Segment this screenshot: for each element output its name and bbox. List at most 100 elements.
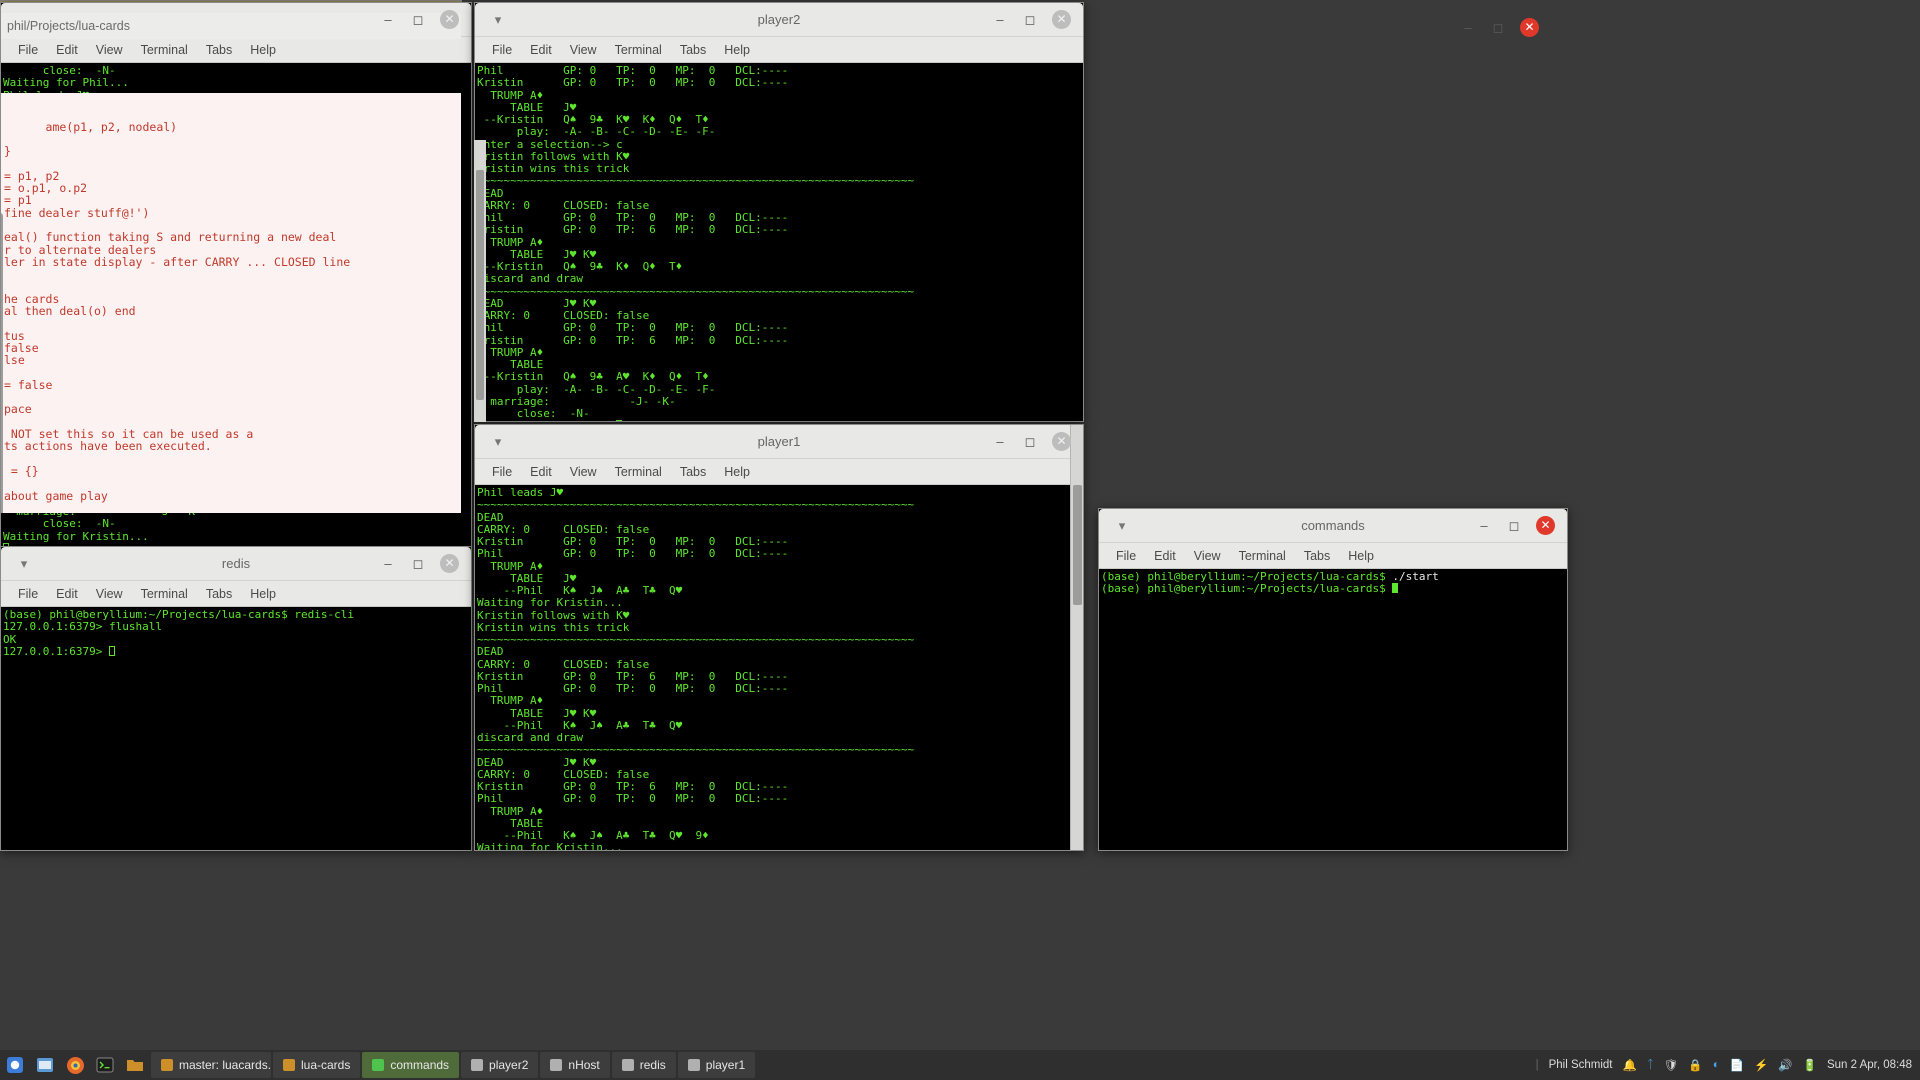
shield-icon[interactable]: 🛡	[1664, 1058, 1679, 1072]
folder-icon[interactable]	[120, 1050, 150, 1080]
flash-icon[interactable]: ⚡	[1754, 1058, 1768, 1072]
maximize-button-commands[interactable]: ◻	[1506, 518, 1522, 534]
close-button-redis[interactable]: ✕	[440, 554, 459, 573]
minimize-button-player1[interactable]: –	[992, 434, 1008, 449]
titlebar-player2[interactable]: ▾ player2 – ◻ ✕	[475, 3, 1083, 37]
window-redis[interactable]: ▾ redis – ◻ ✕ File Edit View Terminal Ta…	[0, 546, 472, 851]
menubar-redis[interactable]: File Edit View Terminal Tabs Help	[1, 581, 471, 607]
menu-help[interactable]: Help	[715, 463, 759, 481]
terminal-icon[interactable]	[90, 1050, 120, 1080]
terminal-output-player1[interactable]: Phil leads J♥ ~~~~~~~~~~~~~~~~~~~~~~~~~~…	[475, 485, 1083, 850]
taskbar-item-nhost[interactable]: nHost	[540, 1052, 609, 1078]
menu-edit[interactable]: Edit	[1145, 547, 1185, 565]
titlebar-commands[interactable]: ▾ commands – ◻ ✕	[1099, 509, 1567, 543]
notes-icon[interactable]: 📄	[1730, 1058, 1744, 1072]
menu-tabs[interactable]: Tabs	[197, 585, 241, 603]
close-button-commands[interactable]: ✕	[1536, 516, 1555, 535]
menu-edit[interactable]: Edit	[521, 41, 561, 59]
menu-view[interactable]: View	[87, 585, 132, 603]
menu-terminal[interactable]: Terminal	[606, 41, 671, 59]
firefox-icon[interactable]	[60, 1050, 90, 1080]
menu-help[interactable]: Help	[1339, 547, 1383, 565]
editor-code-area[interactable]: ame(p1, p2, nodeal) } = p1, p2 = o.p1, o…	[1, 93, 461, 513]
menu-tabs[interactable]: Tabs	[1295, 547, 1339, 565]
window-menu-button-player2[interactable]: ▾	[475, 13, 521, 26]
maximize-button-nhost[interactable]: ◻	[410, 12, 426, 28]
task-list[interactable]: master: luacards.l...lua-cardscommandspl…	[150, 1050, 756, 1080]
terminal-output-commands[interactable]: (base) phil@beryllium:~/Projects/lua-car…	[1099, 569, 1567, 850]
system-tray[interactable]: | Phil Schmidt🔔 ᛏ 🛡 🔒 ◐ 📄 ⚡ 🔊 🔋 Sun 2 Ap…	[1536, 1058, 1920, 1072]
window-player2[interactable]: ▾ player2 – ◻ ✕ File Edit View Terminal …	[474, 2, 1084, 422]
terminal-output-redis[interactable]: (base) phil@beryllium:~/Projects/lua-car…	[1, 607, 471, 850]
menu-tabs[interactable]: Tabs	[197, 41, 241, 59]
taskbar-item-master-luacards-l[interactable]: master: luacards.l...	[151, 1052, 271, 1078]
window-menu-button-commands[interactable]: ▾	[1099, 519, 1145, 532]
menu-terminal[interactable]: Terminal	[132, 41, 197, 59]
taskbar-item-lua-cards[interactable]: lua-cards	[273, 1052, 360, 1078]
window-player1[interactable]: ▾ player1 – ◻ ✕ File Edit View Terminal …	[474, 424, 1084, 851]
menu-edit[interactable]: Edit	[47, 585, 87, 603]
taskbar-item-player2[interactable]: player2	[461, 1052, 538, 1078]
menu-file[interactable]: File	[9, 585, 47, 603]
menu-file[interactable]: File	[483, 463, 521, 481]
launcher-group[interactable]	[0, 1050, 150, 1080]
menubar-player1[interactable]: File Edit View Terminal Tabs Help	[475, 459, 1083, 485]
minimize-button-player2[interactable]: –	[992, 12, 1008, 27]
maximize-button-editor[interactable]: ◻	[1490, 20, 1506, 36]
scrollbar-thumb[interactable]	[476, 170, 484, 400]
menu-help[interactable]: Help	[715, 41, 759, 59]
menu-terminal[interactable]: Terminal	[1230, 547, 1295, 565]
menu-terminal[interactable]: Terminal	[606, 463, 671, 481]
menu-file[interactable]: File	[483, 41, 521, 59]
volume-icon[interactable]: 🔊	[1778, 1058, 1792, 1072]
menu-view[interactable]: View	[87, 41, 132, 59]
maximize-button-redis[interactable]: ◻	[410, 556, 426, 572]
maximize-button-player1[interactable]: ◻	[1022, 434, 1038, 450]
clock-label[interactable]: Sun 2 Apr, 08:48	[1827, 1059, 1912, 1071]
minimize-button-redis[interactable]: –	[380, 556, 396, 571]
menu-help[interactable]: Help	[241, 41, 285, 59]
files-icon[interactable]	[30, 1050, 60, 1080]
menu-file[interactable]: File	[9, 41, 47, 59]
close-button-player1[interactable]: ✕	[1052, 432, 1071, 451]
editor-window-controls[interactable]: – ◻ ✕	[1460, 18, 1539, 37]
menu-view[interactable]: View	[561, 463, 606, 481]
vpn-icon[interactable]: 🔒	[1688, 1058, 1702, 1072]
minimize-button-commands[interactable]: –	[1476, 518, 1492, 533]
scrollbar-player2[interactable]	[474, 140, 486, 422]
menu-view[interactable]: View	[561, 41, 606, 59]
terminal-output-player2[interactable]: Phil GP: 0 TP: 0 MP: 0 DCL:---- Kristin …	[475, 63, 1083, 421]
menu-view[interactable]: View	[1185, 547, 1230, 565]
menu-tabs[interactable]: Tabs	[671, 41, 715, 59]
menu-tabs[interactable]: Tabs	[671, 463, 715, 481]
bell-icon[interactable]: 🔔	[1623, 1058, 1637, 1072]
user-name-label[interactable]: Phil Schmidt	[1549, 1059, 1613, 1071]
close-button-editor[interactable]: ✕	[1520, 18, 1539, 37]
menu-help[interactable]: Help	[241, 585, 285, 603]
close-button-nhost[interactable]: ✕	[440, 10, 459, 29]
window-menu-button-player1[interactable]: ▾	[475, 435, 521, 448]
menu-terminal[interactable]: Terminal	[132, 585, 197, 603]
titlebar-player1[interactable]: ▾ player1 – ◻ ✕	[475, 425, 1083, 459]
minimize-button-nhost[interactable]: –	[380, 12, 396, 27]
bluetooth-icon[interactable]: ᛏ	[1647, 1059, 1654, 1071]
taskbar-item-player1[interactable]: player1	[678, 1052, 755, 1078]
taskbar-item-redis[interactable]: redis	[612, 1052, 676, 1078]
scrollbar-thumb[interactable]	[1073, 485, 1082, 605]
taskbar[interactable]: master: luacards.l...lua-cardscommandspl…	[0, 1050, 1920, 1080]
menubar-commands[interactable]: File Edit View Terminal Tabs Help	[1099, 543, 1567, 569]
menubar-nhost[interactable]: File Edit View Terminal Tabs Help	[1, 37, 471, 63]
titlebar-redis[interactable]: ▾ redis – ◻ ✕	[1, 547, 471, 581]
window-menu-button-redis[interactable]: ▾	[1, 557, 47, 570]
menu-file[interactable]: File	[1107, 547, 1145, 565]
editor-scrollbar-thumb[interactable]	[1, 213, 3, 513]
maximize-button-player2[interactable]: ◻	[1022, 12, 1038, 28]
menu-edit[interactable]: Edit	[521, 463, 561, 481]
menu-edit[interactable]: Edit	[47, 41, 87, 59]
taskbar-item-commands[interactable]: commands	[362, 1052, 459, 1078]
show-desktop-icon[interactable]	[0, 1050, 30, 1080]
window-commands[interactable]: ▾ commands – ◻ ✕ File Edit View Terminal…	[1098, 508, 1568, 851]
battery-icon[interactable]: 🔋	[1803, 1058, 1817, 1072]
wifi-icon[interactable]: ◐	[1713, 1059, 1720, 1071]
scrollbar-player1[interactable]	[1070, 425, 1083, 850]
